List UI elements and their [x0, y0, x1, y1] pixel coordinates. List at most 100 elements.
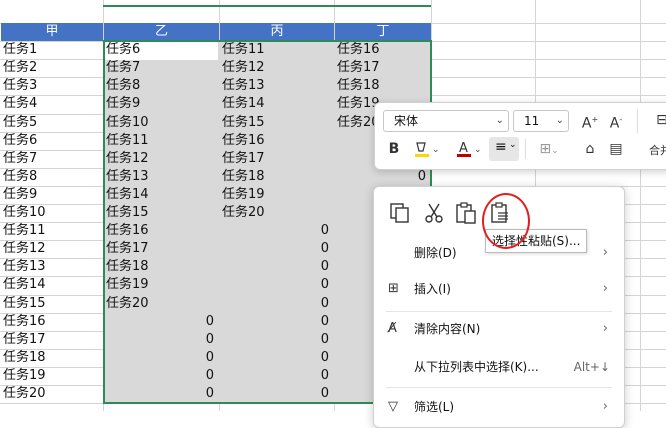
cell[interactable]: 0: [104, 367, 218, 385]
cell[interactable]: 任务7: [1, 150, 102, 168]
menu-item-insert[interactable]: ⊞ 插入(I) ›: [374, 275, 624, 303]
fill-color-button[interactable]: ⌄: [411, 139, 441, 165]
menu-item-filter[interactable]: ▽ 筛选(L) ›: [374, 393, 624, 421]
cell[interactable]: 任务15: [104, 204, 218, 222]
cell[interactable]: 任务13: [104, 168, 218, 186]
mini-toolbar: 宋体 ⌄ 11 ⌄ A+ A- ⊟ B ⌄ A ⌄ ≡ ⌄ ⊞⌄ ⌂ ▤ 合并: [374, 102, 666, 170]
menu-item-clear-contents[interactable]: A̸ 清除内容(N) ›: [374, 315, 624, 343]
cell[interactable]: 0: [220, 313, 333, 331]
column-header-3[interactable]: 丁: [335, 23, 431, 41]
format-painter-icon[interactable]: ⌂: [579, 139, 601, 159]
cell[interactable]: 任务17: [220, 150, 333, 168]
cell[interactable]: 任务16: [335, 41, 430, 59]
cell[interactable]: 任务10: [1, 204, 102, 222]
cell[interactable]: 任务14: [220, 95, 333, 113]
chevron-right-icon: ›: [602, 399, 608, 414]
fill-bucket-icon: ⌄: [415, 142, 440, 157]
cell[interactable]: 任务7: [104, 59, 218, 77]
cell[interactable]: 任务12: [220, 59, 333, 77]
cell[interactable]: 0: [104, 385, 218, 403]
filter-icon: ▽: [388, 399, 398, 414]
cell[interactable]: 任务10: [104, 114, 218, 132]
cell[interactable]: 0: [220, 349, 333, 367]
cell[interactable]: 任务15: [220, 114, 333, 132]
cell[interactable]: 任务11: [1, 222, 102, 240]
bold-button[interactable]: B: [383, 139, 405, 159]
cell[interactable]: 任务9: [1, 186, 102, 204]
column-header-2[interactable]: 丙: [220, 23, 334, 41]
cell[interactable]: 0: [104, 331, 218, 349]
format-icon[interactable]: ⊟: [651, 110, 666, 130]
cell[interactable]: 任务20: [104, 295, 218, 313]
cell[interactable]: 任务19: [1, 367, 102, 385]
svg-text:⌄: ⌄: [474, 145, 482, 155]
cell[interactable]: 任务17: [335, 59, 430, 77]
chevron-right-icon: ›: [602, 321, 608, 336]
cell[interactable]: 任务15: [1, 295, 102, 313]
cell[interactable]: 任务14: [1, 276, 102, 294]
cell[interactable]: 任务18: [220, 168, 333, 186]
shortcut-text: Alt+↓: [573, 360, 610, 374]
cell[interactable]: 任务3: [1, 77, 102, 95]
border-icon[interactable]: ⊞⌄: [535, 139, 563, 161]
increase-font-icon[interactable]: A+: [579, 110, 601, 134]
chevron-down-icon: ⌄: [509, 140, 517, 150]
copy-icon[interactable]: [388, 201, 412, 225]
cell[interactable]: 任务19: [104, 276, 218, 294]
cell[interactable]: 任务12: [104, 150, 218, 168]
font-color-icon: A ⌄: [457, 141, 482, 157]
decrease-font-icon[interactable]: A-: [605, 110, 627, 134]
menu-item-pick-from-list[interactable]: 从下拉列表中选择(K)... Alt+↓: [374, 353, 624, 381]
cell[interactable]: 0: [220, 276, 333, 294]
cell[interactable]: 任务1: [1, 41, 102, 59]
cell[interactable]: 任务6: [104, 41, 218, 59]
cell[interactable]: 任务2: [1, 59, 102, 77]
paste-special-icon[interactable]: [488, 201, 512, 225]
cell[interactable]: 0: [220, 385, 333, 403]
cell[interactable]: 0: [220, 222, 333, 240]
cell[interactable]: 0: [104, 313, 218, 331]
cell[interactable]: 任务13: [220, 77, 333, 95]
chevron-right-icon: ›: [602, 281, 608, 296]
cell[interactable]: 任务5: [1, 114, 102, 132]
cell[interactable]: 0: [335, 168, 430, 186]
cell[interactable]: 任务19: [220, 186, 333, 204]
font-color-button[interactable]: A ⌄: [453, 139, 483, 165]
merge-button[interactable]: 合并: [645, 141, 666, 161]
font-size-select[interactable]: 11 ⌄: [513, 110, 569, 132]
align-center-icon: ≡: [495, 139, 507, 155]
cell[interactable]: 任务18: [1, 349, 102, 367]
cell[interactable]: 0: [220, 295, 333, 313]
cell[interactable]: 任务17: [104, 240, 218, 258]
cell[interactable]: 任务11: [220, 41, 333, 59]
cell[interactable]: 0: [220, 258, 333, 276]
font-name-select[interactable]: 宋体 ⌄: [383, 110, 509, 132]
cell[interactable]: 任务18: [104, 258, 218, 276]
paste-icon[interactable]: [454, 201, 478, 225]
cell[interactable]: 0: [104, 349, 218, 367]
cell[interactable]: 任务20: [220, 204, 333, 222]
cell[interactable]: 任务16: [104, 222, 218, 240]
cell[interactable]: 0: [220, 240, 333, 258]
cell[interactable]: 任务4: [1, 95, 102, 113]
cell[interactable]: 任务11: [104, 132, 218, 150]
cell[interactable]: 任务6: [1, 132, 102, 150]
cell[interactable]: 任务16: [1, 313, 102, 331]
cut-icon[interactable]: [422, 201, 446, 225]
cell[interactable]: 任务12: [1, 240, 102, 258]
cell[interactable]: 任务14: [104, 186, 218, 204]
column-header-0[interactable]: 甲: [1, 23, 103, 41]
sum-icon[interactable]: ▤: [605, 139, 627, 159]
cell[interactable]: 0: [220, 331, 333, 349]
align-button[interactable]: ≡ ⌄: [489, 137, 519, 161]
cell[interactable]: 0: [220, 367, 333, 385]
cell[interactable]: 任务18: [335, 77, 430, 95]
cell[interactable]: 任务20: [1, 385, 102, 403]
cell[interactable]: 任务16: [220, 132, 333, 150]
cell[interactable]: 任务13: [1, 258, 102, 276]
cell[interactable]: 任务8: [104, 77, 218, 95]
cell[interactable]: 任务8: [1, 168, 102, 186]
column-header-1[interactable]: 乙: [104, 23, 219, 41]
cell[interactable]: 任务9: [104, 95, 218, 113]
cell[interactable]: 任务17: [1, 331, 102, 349]
